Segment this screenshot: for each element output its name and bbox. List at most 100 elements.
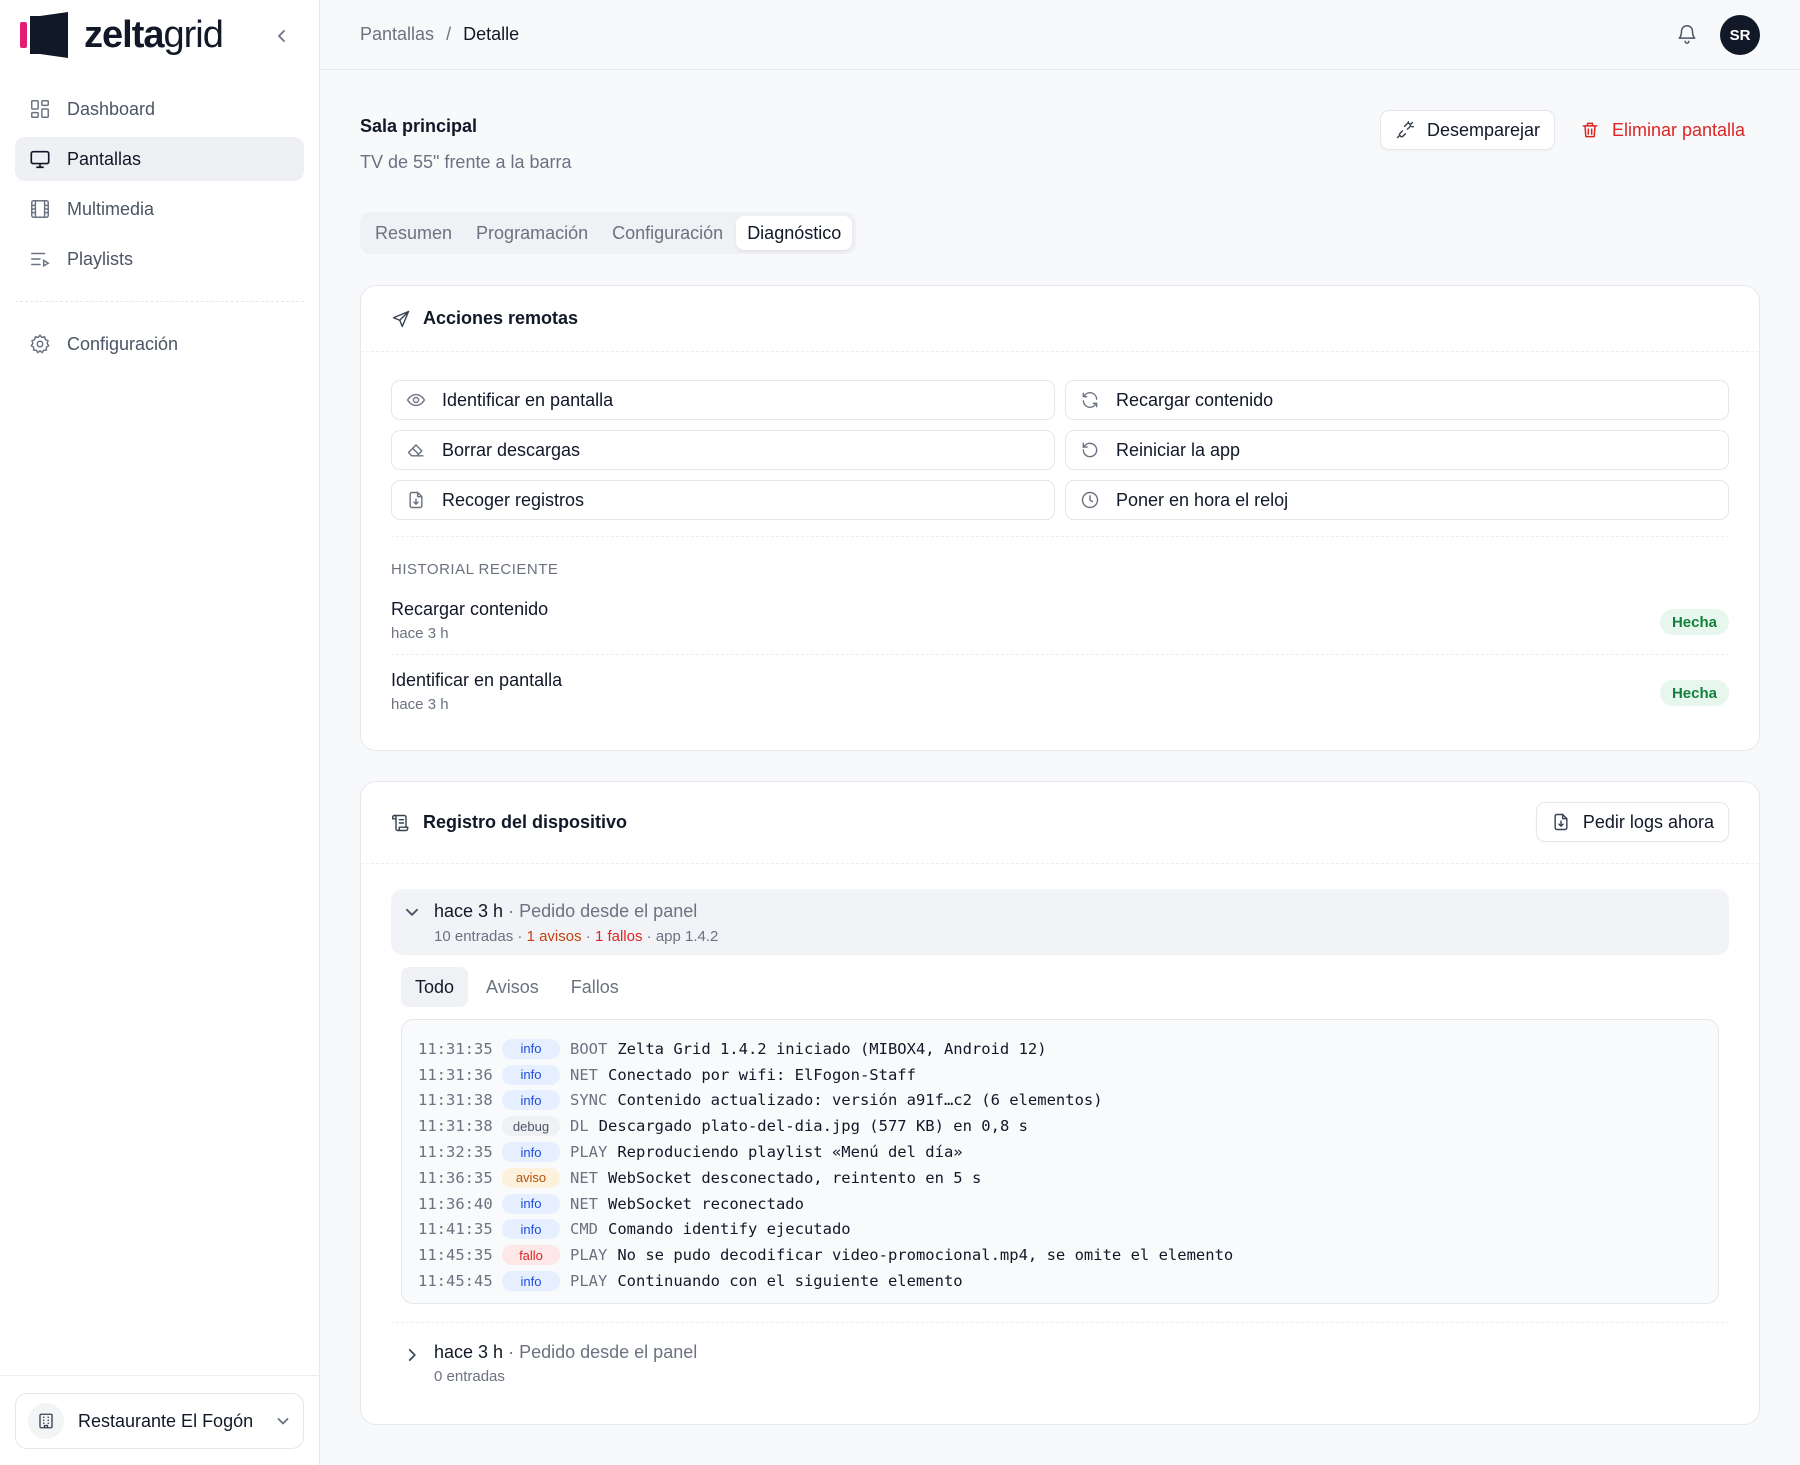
log-source: NET — [570, 1065, 598, 1084]
action-label: Identificar en pantalla — [442, 389, 614, 410]
log-group-time: hace 3 h — [434, 1342, 504, 1362]
remote-actions-grid: Identificar en pantalla Recargar conteni… — [391, 380, 1729, 520]
eye-icon — [406, 393, 426, 407]
refresh-icon — [1082, 392, 1098, 408]
log-source: PLAY — [570, 1246, 608, 1265]
sync-clock-button[interactable]: Poner en hora el reloj — [1065, 480, 1729, 520]
log-filter-all[interactable]: Todo — [401, 967, 469, 1007]
log-level-badge: info — [502, 1219, 560, 1240]
log-source: NET — [570, 1168, 598, 1187]
remote-actions-title: Acciones remotas — [423, 308, 579, 328]
status-badge: Hecha — [1659, 609, 1729, 635]
log-timestamp: 11:31:35 — [418, 1039, 493, 1058]
log-message: WebSocket reconectado — [608, 1194, 804, 1213]
log-group-header[interactable]: hace 3 h · Pedido desde el panel 10 entr… — [391, 889, 1729, 955]
log-line: 11:45:35 fallo PLAY No se pudo decodificar … — [418, 1242, 1702, 1268]
log-group-header[interactable]: hace 3 h · Pedido desde el panel 0 entra… — [391, 1340, 1729, 1390]
action-label: Recoger registros — [442, 489, 585, 510]
grid-icon — [31, 100, 49, 118]
log-source: SYNC — [570, 1091, 608, 1110]
identify-on-screen-button[interactable]: Identificar en pantalla — [391, 380, 1055, 420]
log-message: No se pudo decodificar video-promocional… — [617, 1246, 1234, 1265]
delete-screen-label: Eliminar pantalla — [1612, 119, 1746, 140]
collect-logs-button[interactable]: Recoger registros — [391, 480, 1055, 520]
log-app-version: app 1.4.2 — [655, 928, 719, 945]
log-level-badge: aviso — [502, 1167, 560, 1188]
avatar[interactable]: SR — [1720, 15, 1760, 55]
logo[interactable]: zeltagrid — [20, 12, 224, 58]
sidebar-item-playlists[interactable]: Playlists — [15, 237, 304, 281]
history-divider — [391, 536, 1729, 537]
log-group-time: hace 3 h — [434, 901, 504, 921]
log-level-badge: info — [502, 1142, 560, 1163]
sidebar-item-pantallas[interactable]: Pantallas — [15, 137, 304, 181]
log-output[interactable]: 11:31:35 info BOOT Zelta Grid 1.4.2 iniciad… — [401, 1019, 1719, 1304]
tab-programacion[interactable]: Programación — [465, 216, 599, 250]
delete-screen-button[interactable]: Eliminar pantalla — [1570, 110, 1755, 150]
sidebar-divider — [15, 301, 304, 302]
remote-actions-header: Acciones remotas — [361, 286, 1759, 352]
log-source: BOOT — [570, 1039, 608, 1058]
log-source: PLAY — [570, 1143, 608, 1162]
unlink-icon — [1396, 120, 1415, 139]
workspace-switcher[interactable]: Restaurante El Fogón — [15, 1393, 304, 1449]
trash-icon — [1582, 122, 1598, 138]
log-timestamp: 11:45:45 — [418, 1272, 493, 1291]
log-timestamp: 11:31:38 — [418, 1117, 493, 1136]
history-row-divider — [391, 654, 1729, 655]
log-group-title: hace 3 h · Pedido desde el panel — [434, 1342, 697, 1363]
breadcrumb-parent-link[interactable]: Pantallas — [360, 24, 434, 45]
history-action: Identificar en pantalla — [391, 670, 563, 690]
meta-separator: · — [646, 928, 652, 945]
log-timestamp: 11:41:35 — [418, 1220, 493, 1239]
top-bar: Pantallas / Detalle SR — [320, 0, 1800, 70]
log-level-badge: debug — [502, 1116, 560, 1137]
log-filter-warnings[interactable]: Avisos — [472, 967, 553, 1007]
sidebar-item-dashboard[interactable]: Dashboard — [15, 87, 304, 131]
sidebar-item-multimedia[interactable]: Multimedia — [15, 187, 304, 231]
log-filter-errors[interactable]: Fallos — [557, 967, 633, 1007]
log-line: 11:45:45 info PLAY Continuando con el sigui… — [418, 1268, 1702, 1294]
log-level-badge: fallo — [502, 1245, 560, 1266]
log-entry-count: 10 entradas — [434, 928, 514, 945]
unpair-button[interactable]: Desemparejar — [1380, 110, 1556, 150]
building-icon — [28, 1403, 64, 1439]
tab-configuracion[interactable]: Configuración — [601, 216, 734, 250]
notifications-button[interactable] — [1676, 23, 1698, 45]
log-source: CMD — [570, 1220, 598, 1239]
scroll-icon — [391, 814, 409, 831]
history-label: HISTORIAL RECIENTE — [391, 561, 559, 578]
sidebar-item-label: Multimedia — [67, 198, 155, 219]
log-message: WebSocket desconectado, reintento en 5 s — [608, 1168, 982, 1187]
action-label: Poner en hora el reloj — [1116, 489, 1289, 510]
log-timestamp: 11:45:35 — [418, 1246, 493, 1265]
file-download-icon — [1554, 813, 1568, 831]
log-error-count: 1 fallos — [594, 928, 643, 945]
tab-resumen[interactable]: Resumen — [364, 216, 463, 250]
log-line: 11:31:36 info NET Conectado por wifi: ElFog… — [418, 1062, 1702, 1088]
collapse-sidebar-button[interactable] — [270, 24, 294, 48]
log-timestamp: 11:32:35 — [418, 1143, 493, 1162]
remote-actions-card: Acciones remotas Identificar en pantalla… — [360, 285, 1760, 751]
request-logs-button[interactable]: Pedir logs ahora — [1535, 802, 1729, 842]
tab-diagnostico[interactable]: Diagnóstico — [736, 216, 853, 250]
workspace-name: Restaurante El Fogón — [78, 1410, 254, 1431]
sidebar-item-configuracion[interactable]: Configuración — [15, 322, 304, 366]
send-icon — [392, 310, 410, 327]
clear-downloads-button[interactable]: Borrar descargas — [391, 430, 1055, 470]
monitor-icon — [30, 150, 50, 169]
unpair-label: Desemparejar — [1427, 119, 1541, 140]
chevron-down-icon — [275, 1413, 291, 1429]
restart-icon — [1082, 442, 1098, 458]
action-label: Recargar contenido — [1116, 389, 1274, 410]
history-row: Identificar en pantalla hace 3 h Hecha — [391, 670, 1729, 726]
log-message: Continuando con el siguiente elemento — [617, 1272, 963, 1291]
reload-content-button[interactable]: Recargar contenido — [1065, 380, 1729, 420]
log-group-source: · Pedido desde el panel — [508, 901, 698, 921]
restart-app-button[interactable]: Reiniciar la app — [1065, 430, 1729, 470]
log-line: 11:36:35 aviso NET WebSocket desconectado, … — [418, 1165, 1702, 1191]
sidebar-item-label: Pantallas — [67, 148, 142, 169]
log-warning-count: 1 avisos — [526, 928, 582, 945]
history-time: hace 3 h — [391, 625, 449, 642]
chevron-left-icon — [278, 30, 285, 42]
